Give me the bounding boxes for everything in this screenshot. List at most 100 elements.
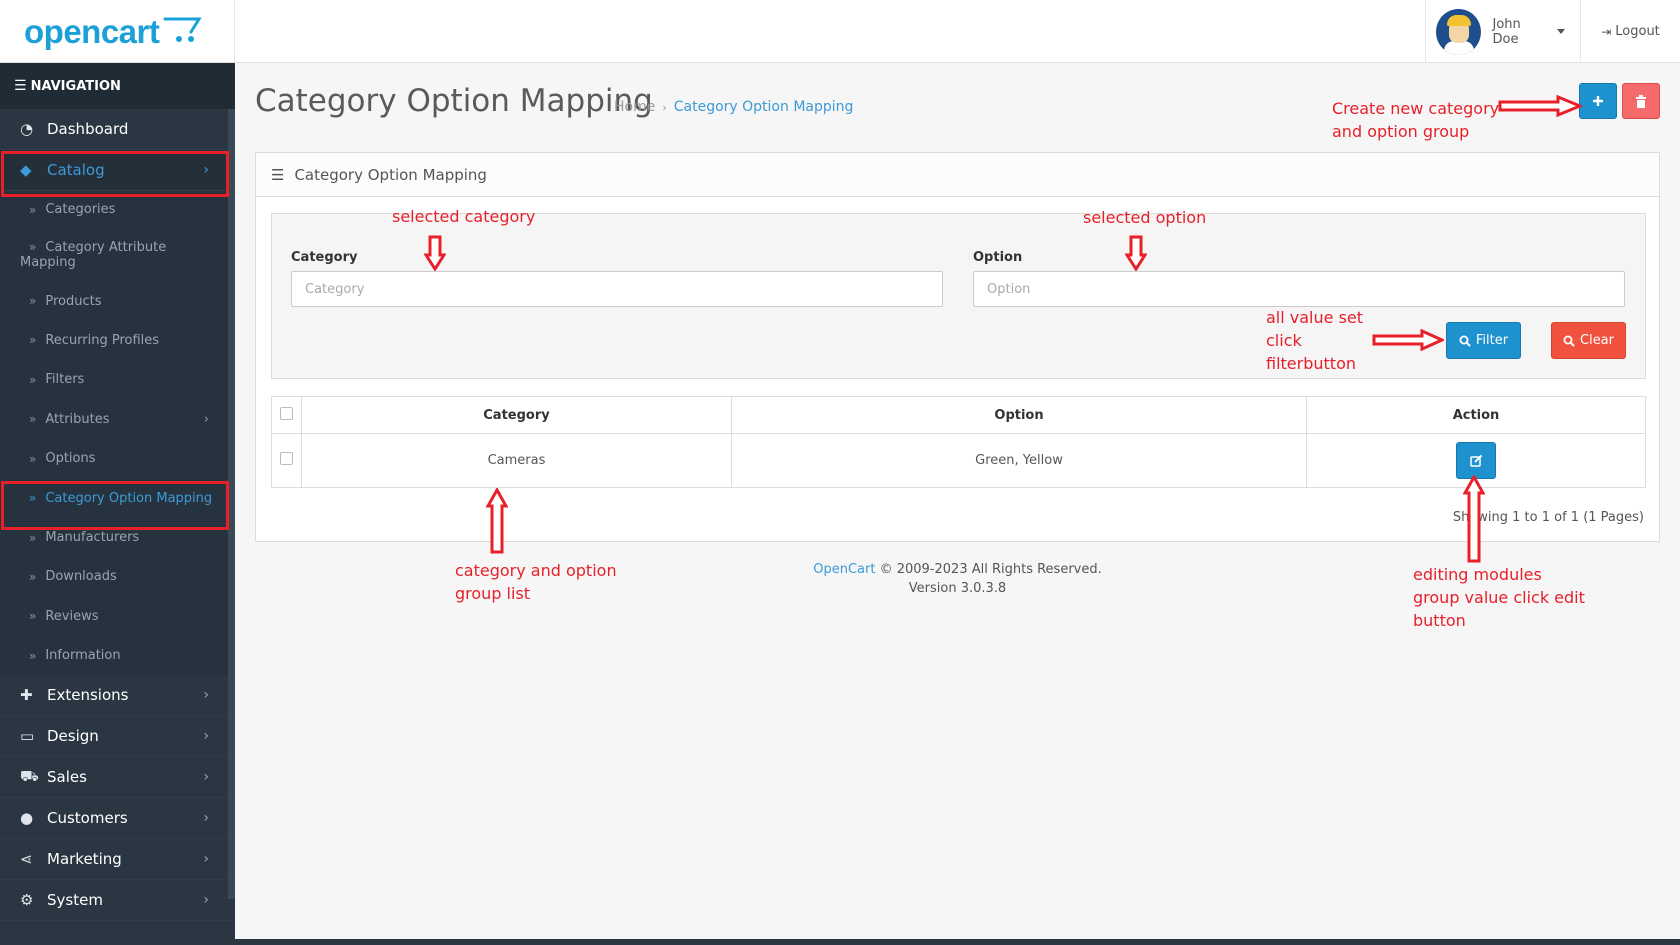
annotation-list: category and option group list	[455, 561, 617, 603]
delete-button[interactable]	[1622, 83, 1660, 119]
sidebar-item-extensions[interactable]: ✚ Extensions ›	[0, 675, 235, 716]
filter-box: Category Option Filter Clear	[271, 213, 1646, 379]
sidebar-sub-label: Recurring Profiles	[45, 332, 160, 348]
angle-double-right-icon: »	[29, 372, 37, 387]
chevron-right-icon: ›	[203, 687, 209, 703]
search-icon	[1563, 335, 1575, 347]
add-button[interactable]	[1579, 83, 1617, 119]
breadcrumb-current[interactable]: Category Option Mapping	[674, 99, 854, 115]
chevron-right-icon: ›	[203, 769, 209, 785]
logo[interactable]: opencart	[0, 0, 235, 63]
sidebar-sub-label: Reviews	[45, 608, 99, 624]
select-all-checkbox[interactable]	[280, 406, 293, 420]
category-filter-input[interactable]	[291, 271, 943, 307]
mapping-table: Category Option Action Cameras Green, Ye…	[271, 396, 1646, 488]
sidebar-item-label: Marketing	[47, 850, 122, 868]
row-checkbox[interactable]	[280, 452, 293, 465]
row-category: Cameras	[301, 433, 732, 488]
sidebar-sub-category-attribute-mapping[interactable]: » Category Attribute Mapping	[0, 228, 235, 282]
annotation-filter: all value set click filterbutton	[1266, 308, 1364, 373]
highlight-category-option-mapping	[1, 481, 229, 530]
chevron-right-icon: ›	[203, 810, 209, 826]
sidebar-item-label: Dashboard	[47, 120, 129, 138]
arrow-up-icon	[486, 488, 508, 554]
footer-opencart-link[interactable]: OpenCart	[813, 562, 875, 577]
angle-double-right-icon: »	[29, 648, 37, 663]
dashboard-icon: ◔	[20, 120, 34, 138]
row-select-cell	[271, 433, 302, 488]
footer-copyright: © 2009-2023 All Rights Reserved.	[879, 562, 1102, 577]
sidebar-sub-attributes[interactable]: » Attributes ›	[0, 399, 235, 439]
cart-icon: ⛟	[20, 767, 39, 785]
logout-button[interactable]: ⇥ Logout	[1580, 0, 1680, 63]
sidebar-item-sales[interactable]: ⛟ Sales ›	[0, 757, 235, 798]
chevron-right-icon: ›	[203, 728, 209, 744]
search-icon	[1459, 335, 1471, 347]
caret-down-icon	[1557, 29, 1565, 34]
column-header-option[interactable]: Option	[731, 396, 1307, 434]
sidebar-sub-recurring-profiles[interactable]: » Recurring Profiles	[0, 320, 235, 360]
sidebar-sub-downloads[interactable]: » Downloads	[0, 557, 235, 596]
angle-double-right-icon: »	[29, 333, 37, 347]
plus-icon	[1593, 96, 1603, 106]
sidebar-sub-filters[interactable]: » Filters	[0, 360, 235, 399]
arrow-down-icon	[1125, 235, 1147, 271]
sidebar-item-dashboard[interactable]: ◔ Dashboard	[0, 109, 235, 150]
option-filter-label: Option	[973, 250, 1023, 265]
sidebar-sub-reviews[interactable]: » Reviews	[0, 596, 235, 636]
category-filter-label: Category	[291, 250, 358, 265]
breadcrumb: Home › Category Option Mapping	[614, 99, 853, 115]
breadcrumb-separator-icon: ›	[662, 101, 667, 114]
edit-button[interactable]	[1456, 442, 1496, 479]
pencil-square-icon	[1469, 454, 1482, 467]
angle-double-right-icon: »	[29, 294, 37, 308]
logo-text: opencart	[24, 12, 160, 50]
sidebar-sub-label: Filters	[45, 372, 85, 387]
sidebar-item-label: Extensions	[47, 686, 129, 704]
sidebar-sub-label: Options	[45, 451, 96, 466]
nav-header[interactable]: ☰ NAVIGATION	[0, 63, 235, 109]
sidebar-item-customers[interactable]: ● Customers ›	[0, 798, 235, 839]
annotation-edit: editing modules group value click edit b…	[1413, 565, 1585, 630]
top-header: opencart John Doe ⇥ Logout	[0, 0, 1680, 63]
arrow-down-icon	[424, 235, 446, 271]
chevron-right-icon: ›	[203, 411, 209, 427]
annotation-selected-category: selected category	[392, 207, 536, 226]
nav-label: NAVIGATION	[30, 78, 121, 94]
angle-double-right-icon: »	[29, 609, 37, 623]
user-name: John Doe	[1492, 16, 1521, 47]
page-title: Category Option Mapping	[255, 83, 653, 119]
angle-double-right-icon: »	[29, 240, 37, 254]
filter-button[interactable]: Filter	[1446, 322, 1521, 359]
clear-button[interactable]: Clear	[1551, 322, 1626, 359]
puzzle-icon: ✚	[20, 686, 33, 704]
sidebar-item-system[interactable]: ⚙ System ›	[0, 880, 235, 921]
table-row: Cameras Green, Yellow	[271, 433, 1646, 488]
sidebar-item-marketing[interactable]: ⋖ Marketing ›	[0, 839, 235, 880]
sidebar-sub-options[interactable]: » Options	[0, 439, 235, 478]
annotation-create: Create new category and option group	[1332, 99, 1500, 141]
sidebar-item-label: Design	[47, 727, 99, 745]
sidebar-sub-label: Information	[45, 648, 121, 663]
cart-logo-icon	[163, 17, 203, 42]
select-all-cell	[271, 396, 302, 434]
annotation-selected-option: selected option	[1083, 208, 1207, 227]
column-header-category[interactable]: Category	[301, 396, 732, 434]
sidebar-sub-products[interactable]: » Products	[0, 282, 235, 320]
sidebar-sub-label: Products	[45, 293, 102, 309]
taskbar-strip	[235, 939, 1680, 945]
sidebar-sub-label: Categories	[45, 202, 116, 217]
option-filter-input[interactable]	[973, 271, 1625, 307]
bars-icon: ☰	[14, 78, 27, 94]
breadcrumb-home[interactable]: Home	[614, 99, 655, 115]
angle-double-right-icon: »	[29, 412, 37, 426]
sidebar-sub-information[interactable]: » Information	[0, 636, 235, 675]
sidebar-scrollbar[interactable]	[228, 109, 235, 899]
sidebar-sub-label: Manufacturers	[45, 530, 140, 545]
avatar	[1436, 8, 1481, 55]
sidebar-item-design[interactable]: ▭ Design ›	[0, 716, 235, 757]
arrow-up-icon	[1463, 475, 1485, 563]
trash-icon	[1636, 94, 1646, 108]
sidebar-sub-label: Attributes	[45, 411, 110, 427]
user-menu[interactable]: John Doe	[1425, 0, 1565, 63]
